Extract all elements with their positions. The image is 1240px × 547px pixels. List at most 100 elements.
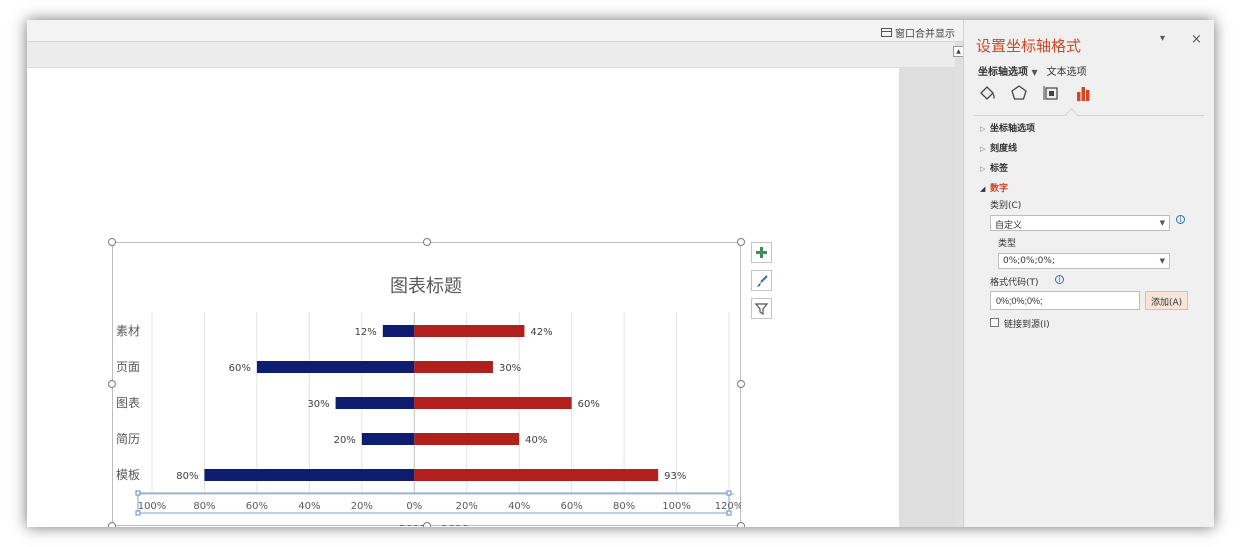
category-value: 自定义 <box>995 221 1023 231</box>
category-label: 类别(C) <box>990 201 1022 211</box>
data-label: 93% <box>664 471 686 482</box>
resize-handle-bottom-right[interactable] <box>737 522 745 527</box>
x-tick-label: 120% <box>715 501 741 512</box>
triangle-right-icon: ▷ <box>980 145 986 153</box>
format-code-label: 格式代码(T) <box>990 278 1039 288</box>
tab-text-options[interactable]: 文本选项 <box>1047 63 1087 78</box>
bar-2018 <box>414 325 525 337</box>
bar-2017 <box>256 361 415 373</box>
brush-icon <box>756 274 768 287</box>
type-label: 类型 <box>998 239 1017 249</box>
vertical-scrollbar[interactable] <box>955 42 963 527</box>
bar-2018 <box>414 397 572 409</box>
data-label: 42% <box>530 327 552 338</box>
category-label: 素材 <box>116 324 140 338</box>
tab-axis-options[interactable]: 坐标轴选项 ▼ <box>978 63 1038 78</box>
section-tick-marks[interactable]: ▷ 刻度线 <box>980 141 1017 154</box>
type-value: 0%;0%;0%; <box>1003 256 1055 266</box>
category-label: 模板 <box>116 468 140 482</box>
resize-handle-top-left[interactable] <box>108 238 116 246</box>
bar-2017 <box>335 397 415 409</box>
chart-filters-button[interactable] <box>751 298 772 319</box>
chevron-down-icon: ▼ <box>1159 219 1165 227</box>
x-tick-label: 0% <box>406 501 422 512</box>
axis-selection-handle <box>726 490 732 496</box>
application-window: 窗口合并显示 图表标题 100% 80% 60% 40% 20% 0% 20% 40% 60% 80… <box>27 20 1214 527</box>
bar-2017 <box>204 469 415 481</box>
resize-handle-bottom[interactable] <box>423 522 431 527</box>
chart-elements-button[interactable] <box>751 242 772 263</box>
bar-chart[interactable]: 图表标题 100% 80% 60% 40% 20% 0% 20% 40% 60% 80% 100% 12… <box>112 242 741 526</box>
add-format-button[interactable]: 添加(A) <box>1145 291 1189 310</box>
active-tab-pointer <box>1065 108 1078 121</box>
pane-tabs: 坐标轴选项 ▼ 文本选项 <box>978 63 1087 78</box>
resize-handle-right[interactable] <box>737 380 745 388</box>
bar-2017 <box>382 325 415 337</box>
filter-icon <box>755 303 768 315</box>
format-code-input[interactable] <box>990 291 1140 310</box>
window-icon <box>881 28 892 37</box>
data-label: 12% <box>355 327 377 338</box>
resize-handle-left[interactable] <box>108 380 116 388</box>
data-label: 60% <box>229 363 251 374</box>
x-tick-label: 60% <box>246 501 268 512</box>
bar-2017 <box>361 433 415 445</box>
section-number[interactable]: ◢ 数字 <box>980 181 1008 194</box>
axis-selection-box <box>137 492 730 514</box>
x-tick-label: 60% <box>561 501 583 512</box>
data-label: 20% <box>334 435 356 446</box>
x-tick-label: 80% <box>193 501 215 512</box>
x-tick-label: 40% <box>298 501 320 512</box>
triangle-down-icon: ◢ <box>980 185 986 193</box>
category-label: 简历 <box>116 432 140 446</box>
type-select[interactable]: 0%;0%;0%; ▼ <box>998 253 1170 269</box>
axis-selection-handle <box>135 490 141 496</box>
ruler <box>27 42 963 68</box>
x-tick-label: 40% <box>508 501 530 512</box>
size-properties-icon[interactable] <box>1042 84 1060 102</box>
category-label: 页面 <box>116 360 140 374</box>
chart-title: 图表标题 <box>390 276 462 297</box>
x-tick-label: 20% <box>456 501 478 512</box>
bar-2018 <box>414 361 493 373</box>
pane-options-menu-icon[interactable]: ▾ <box>1160 33 1165 44</box>
link-to-source-label: 链接到源(I) <box>1004 320 1050 330</box>
legend-label-2018: 2018 <box>441 523 469 526</box>
x-tick-label: 100% <box>662 501 691 512</box>
triangle-right-icon: ▷ <box>980 165 986 173</box>
chevron-down-icon: ▼ <box>1159 257 1165 265</box>
chart-styles-button[interactable] <box>751 270 772 291</box>
resize-handle-bottom-left[interactable] <box>108 522 116 527</box>
merge-windows-button[interactable]: 窗口合并显示 <box>881 25 955 40</box>
bar-2018 <box>414 469 659 481</box>
pane-divider <box>974 115 1204 116</box>
plus-icon <box>756 247 767 258</box>
axis-options-bar-icon[interactable] <box>1074 84 1092 102</box>
effects-pentagon-icon[interactable] <box>1010 84 1028 102</box>
resize-handle-top[interactable] <box>423 238 431 246</box>
chevron-down-icon: ▼ <box>1031 68 1038 77</box>
data-label: 80% <box>176 471 198 482</box>
pane-close-icon[interactable]: × <box>1191 32 1202 47</box>
format-axis-pane: 设置坐标轴格式 ▾ × 坐标轴选项 ▼ 文本选项 ▷ 坐标轴选项 ▷ 刻度线 ▷ 标签 <box>963 20 1214 527</box>
data-label: 60% <box>578 399 600 410</box>
category-select[interactable]: 自定义 ▼ <box>990 215 1170 231</box>
data-label: 30% <box>307 399 329 410</box>
category-label: 图表 <box>116 396 140 410</box>
pane-title: 设置坐标轴格式 <box>976 37 1082 55</box>
triangle-right-icon: ▷ <box>980 125 986 133</box>
x-tick-label: 20% <box>351 501 373 512</box>
x-tick-label: 100% <box>138 501 167 512</box>
fill-line-icon[interactable] <box>978 84 996 102</box>
slide-page: 图表标题 100% 80% 60% 40% 20% 0% 20% 40% 60% 80% 100% 12… <box>27 68 899 527</box>
bar-2018 <box>414 433 520 445</box>
pane-icon-row <box>978 84 1092 102</box>
resize-handle-top-right[interactable] <box>737 238 745 246</box>
section-axis-options[interactable]: ▷ 坐标轴选项 <box>980 121 1035 134</box>
info-icon[interactable]: i <box>1176 215 1185 224</box>
canvas-area: 图表标题 100% 80% 60% 40% 20% 0% 20% 40% 60% 80% 100% 12… <box>27 68 963 527</box>
link-to-source-checkbox[interactable] <box>990 318 999 327</box>
section-labels[interactable]: ▷ 标签 <box>980 161 1008 174</box>
x-tick-label: 80% <box>613 501 635 512</box>
info-icon[interactable]: i <box>1055 275 1064 284</box>
